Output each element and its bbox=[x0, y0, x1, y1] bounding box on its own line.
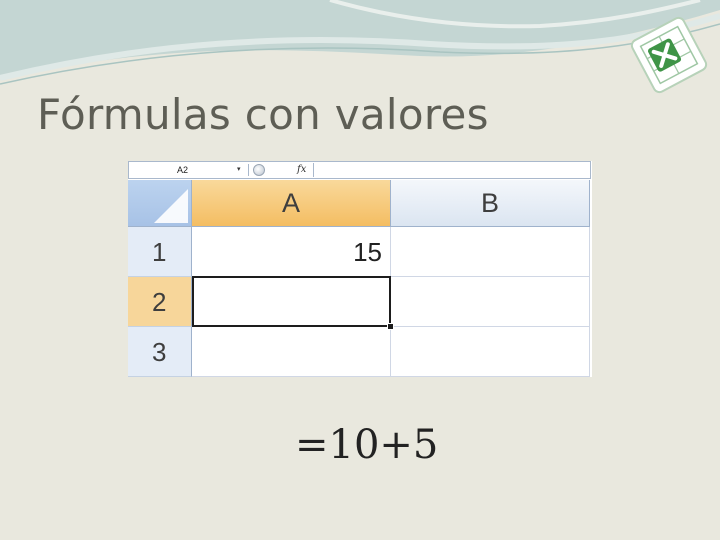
formula-caption: =10+5 bbox=[295, 422, 439, 468]
name-box[interactable]: A2 bbox=[131, 164, 249, 176]
cell-a2[interactable] bbox=[192, 276, 391, 327]
header-swoosh-decoration bbox=[0, 0, 720, 85]
insert-function-button[interactable]: fx bbox=[297, 163, 306, 177]
cell-a1[interactable]: 15 bbox=[192, 227, 391, 277]
formula-bar: A2 ▾ fx bbox=[128, 161, 591, 179]
row-header-2[interactable]: 2 bbox=[128, 277, 192, 327]
cell-b2[interactable] bbox=[391, 277, 590, 327]
cell-b3[interactable] bbox=[391, 327, 590, 377]
cell-a3[interactable] bbox=[192, 327, 391, 377]
row-header-1[interactable]: 1 bbox=[128, 227, 192, 277]
select-all-button[interactable] bbox=[128, 180, 192, 227]
column-header-a[interactable]: A bbox=[192, 180, 391, 227]
fill-handle[interactable] bbox=[387, 323, 394, 330]
formula-controls: fx bbox=[251, 163, 314, 177]
row-header-3[interactable]: 3 bbox=[128, 327, 192, 377]
formula-input[interactable] bbox=[315, 163, 589, 177]
cell-b1[interactable] bbox=[391, 227, 590, 277]
chevron-down-icon[interactable]: ▾ bbox=[237, 164, 241, 176]
circle-button-icon[interactable] bbox=[253, 164, 265, 176]
column-header-b[interactable]: B bbox=[391, 180, 590, 227]
excel-logo-icon bbox=[630, 16, 708, 94]
slide-title: Fórmulas con valores bbox=[37, 90, 489, 139]
spreadsheet: A2 ▾ fx A B 1 15 2 3 bbox=[128, 161, 592, 377]
select-all-triangle-icon bbox=[154, 189, 188, 223]
